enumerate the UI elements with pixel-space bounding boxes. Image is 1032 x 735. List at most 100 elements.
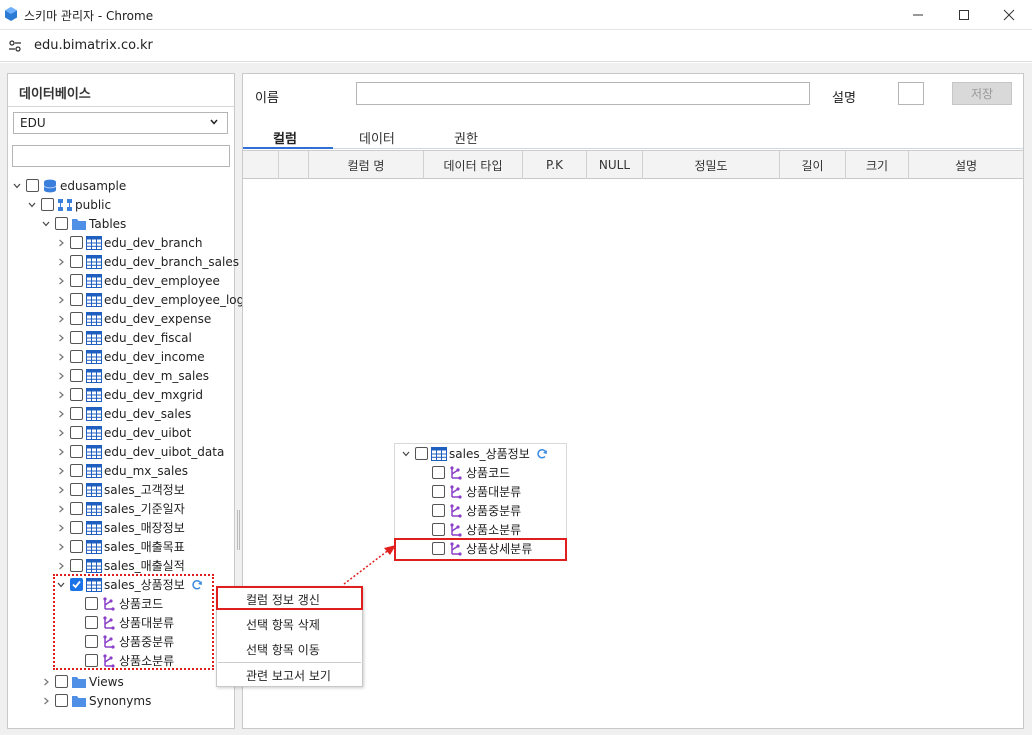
tree-node-table[interactable]: sales_기준일자 bbox=[56, 499, 185, 518]
site-settings-icon[interactable] bbox=[8, 39, 22, 53]
preview-column-node[interactable]: 상품코드 bbox=[418, 463, 510, 482]
tree-node-table[interactable]: edu_dev_branch_sales bbox=[56, 252, 239, 271]
chevron-right-icon[interactable] bbox=[56, 276, 66, 286]
tree-checkbox[interactable] bbox=[70, 331, 83, 344]
tree-node-schema[interactable]: public bbox=[27, 195, 111, 214]
chevron-right-icon[interactable] bbox=[41, 696, 51, 706]
chevron-right-icon[interactable] bbox=[56, 333, 66, 343]
tree-checkbox[interactable] bbox=[41, 198, 54, 211]
menu-item-related-reports[interactable]: 관련 보고서 보기 bbox=[246, 667, 331, 684]
tree-checkbox[interactable] bbox=[26, 179, 39, 192]
description-input[interactable] bbox=[898, 82, 924, 105]
tree-node-table[interactable]: sales_매출실적 bbox=[56, 556, 185, 575]
grid-header-precision[interactable]: 정밀도 bbox=[643, 151, 780, 179]
preview-column-node[interactable]: 상품대분류 bbox=[418, 482, 521, 501]
refresh-icon[interactable] bbox=[536, 448, 548, 460]
chevron-right-icon[interactable] bbox=[56, 561, 66, 571]
chevron-right-icon[interactable] bbox=[56, 466, 66, 476]
tree-node-views-folder[interactable]: Views bbox=[41, 672, 124, 691]
maximize-button[interactable] bbox=[941, 0, 987, 30]
grid-header-description[interactable]: 설명 bbox=[909, 151, 1023, 179]
tree-checkbox[interactable] bbox=[70, 502, 83, 515]
tab-columns[interactable]: 컬럼 bbox=[273, 128, 297, 147]
tree-checkbox[interactable] bbox=[70, 369, 83, 382]
tree-checkbox[interactable] bbox=[70, 312, 83, 325]
chevron-down-icon[interactable] bbox=[12, 181, 22, 191]
preview-table-node[interactable]: sales_상품정보 bbox=[401, 444, 548, 463]
save-button[interactable]: 저장 bbox=[952, 82, 1012, 105]
tree-checkbox[interactable] bbox=[55, 694, 68, 707]
tree-checkbox[interactable] bbox=[432, 485, 445, 498]
chevron-right-icon[interactable] bbox=[56, 485, 66, 495]
grid-header-null[interactable]: NULL bbox=[587, 151, 643, 179]
grid-header-size[interactable]: 크기 bbox=[846, 151, 909, 179]
tree-checkbox[interactable] bbox=[70, 445, 83, 458]
tree-node-table[interactable]: sales_고객정보 bbox=[56, 480, 185, 499]
tree-node-table[interactable]: edu_dev_expense bbox=[56, 309, 211, 328]
tree-node-synonyms-folder[interactable]: Synonyms bbox=[41, 691, 151, 710]
chevron-down-icon[interactable] bbox=[401, 449, 411, 459]
chevron-right-icon[interactable] bbox=[56, 523, 66, 533]
menu-item-move-selected[interactable]: 선택 항목 이동 bbox=[246, 641, 320, 658]
tree-node-table[interactable]: edu_dev_sales bbox=[56, 404, 191, 423]
tree-node-table[interactable]: edu_dev_uibot bbox=[56, 423, 191, 442]
tree-checkbox[interactable] bbox=[70, 407, 83, 420]
tree-checkbox[interactable] bbox=[70, 483, 83, 496]
tree-checkbox[interactable] bbox=[70, 559, 83, 572]
chevron-right-icon[interactable] bbox=[56, 295, 66, 305]
tree-node-table[interactable]: edu_dev_fiscal bbox=[56, 328, 192, 347]
tab-permissions[interactable]: 권한 bbox=[454, 128, 478, 147]
chevron-right-icon[interactable] bbox=[56, 428, 66, 438]
tree-checkbox[interactable] bbox=[70, 388, 83, 401]
tree-checkbox[interactable] bbox=[70, 274, 83, 287]
minimize-button[interactable] bbox=[895, 0, 941, 30]
grid-header-pk[interactable]: P.K bbox=[523, 151, 587, 179]
tree-checkbox[interactable] bbox=[415, 447, 428, 460]
tree-checkbox[interactable] bbox=[55, 217, 68, 230]
chevron-down-icon[interactable] bbox=[41, 219, 51, 229]
name-input[interactable] bbox=[356, 82, 810, 105]
tree-node-table[interactable]: edu_dev_mxgrid bbox=[56, 385, 203, 404]
tree-node-table[interactable]: sales_매장정보 bbox=[56, 518, 185, 537]
chevron-right-icon[interactable] bbox=[56, 542, 66, 552]
tree-checkbox[interactable] bbox=[70, 255, 83, 268]
chevron-right-icon[interactable] bbox=[56, 504, 66, 514]
tree-checkbox[interactable] bbox=[55, 675, 68, 688]
tree-node-table[interactable]: edu_dev_employee_log bbox=[56, 290, 244, 309]
chevron-right-icon[interactable] bbox=[56, 390, 66, 400]
preview-column-node[interactable]: 상품소분류 bbox=[418, 520, 521, 539]
tree-node-tables-folder[interactable]: Tables bbox=[41, 214, 126, 233]
tree-checkbox[interactable] bbox=[432, 504, 445, 517]
url-text[interactable]: edu.bimatrix.co.kr bbox=[34, 38, 153, 53]
grid-header-column-name[interactable]: 컬럼 명 bbox=[309, 151, 424, 179]
tree-node-table[interactable]: sales_매출목표 bbox=[56, 537, 185, 556]
chevron-right-icon[interactable] bbox=[56, 257, 66, 267]
tree-node-table[interactable]: edu_dev_uibot_data bbox=[56, 442, 224, 461]
chevron-right-icon[interactable] bbox=[56, 238, 66, 248]
grid-header-length[interactable]: 길이 bbox=[780, 151, 846, 179]
tree-node-table[interactable]: edu_dev_branch bbox=[56, 233, 202, 252]
close-button[interactable] bbox=[986, 0, 1032, 30]
panel-splitter-handle[interactable] bbox=[237, 510, 240, 550]
chevron-right-icon[interactable] bbox=[56, 409, 66, 419]
tree-node-table[interactable]: edu_mx_sales bbox=[56, 461, 188, 480]
chevron-right-icon[interactable] bbox=[56, 314, 66, 324]
tree-node-table[interactable]: edu_dev_m_sales bbox=[56, 366, 209, 385]
menu-item-delete-selected[interactable]: 선택 항목 삭제 bbox=[246, 616, 320, 633]
chevron-right-icon[interactable] bbox=[41, 677, 51, 687]
tree-checkbox[interactable] bbox=[432, 523, 445, 536]
tree-checkbox[interactable] bbox=[70, 464, 83, 477]
chevron-right-icon[interactable] bbox=[56, 447, 66, 457]
tree-node-table[interactable]: edu_dev_income bbox=[56, 347, 205, 366]
tree-checkbox[interactable] bbox=[70, 293, 83, 306]
chevron-right-icon[interactable] bbox=[56, 352, 66, 362]
tree-checkbox[interactable] bbox=[70, 540, 83, 553]
tab-data[interactable]: 데이터 bbox=[359, 128, 395, 147]
tree-node-database[interactable]: edusample bbox=[12, 176, 126, 195]
tree-checkbox[interactable] bbox=[70, 521, 83, 534]
tree-checkbox[interactable] bbox=[70, 236, 83, 249]
grid-header-data-type[interactable]: 데이터 타입 bbox=[424, 151, 523, 179]
tree-search-input[interactable] bbox=[12, 145, 230, 167]
tree-checkbox[interactable] bbox=[70, 350, 83, 363]
tree-checkbox[interactable] bbox=[70, 426, 83, 439]
